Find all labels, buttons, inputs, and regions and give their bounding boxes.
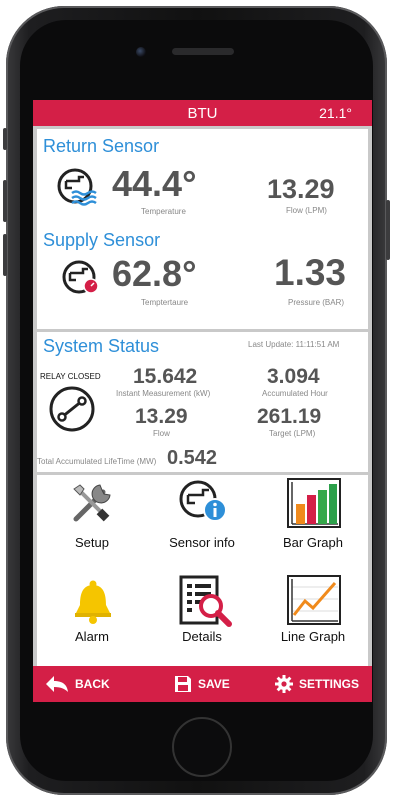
bar-graph-icon — [287, 478, 341, 533]
supply-sensor-title: Supply Sensor — [43, 230, 161, 250]
return-sensor-title: Return Sensor — [43, 136, 160, 156]
sensors-panel: Return Sensor 44.4° Temperature 13.29 Fl… — [37, 129, 368, 329]
ambient-temperature: 21.1° — [319, 105, 352, 121]
supply-sensor-icon — [61, 259, 105, 304]
header-bar: BTU 21.1° — [33, 100, 372, 126]
save-label: SAVE — [198, 677, 230, 691]
back-label: BACK — [75, 677, 110, 691]
line-graph-label: Line Graph — [280, 629, 346, 644]
front-camera — [136, 47, 146, 57]
sensor-info-icon — [178, 479, 230, 530]
supply-pressure-value: 1.33 — [274, 252, 347, 293]
bar-graph-label: Bar Graph — [283, 535, 343, 550]
details-label: Details — [182, 629, 222, 644]
menu-grid: Setup Sensor info Bar Graph Alarm Detail… — [37, 475, 368, 666]
accumulated-hour-label: Accumulated Hour — [262, 389, 328, 398]
return-flow-label: Flow (LPM) — [286, 206, 327, 215]
bar-graph-menu-item[interactable]: Bar Graph — [258, 475, 368, 565]
alarm-label: Alarm — [75, 629, 109, 644]
volume-down-button — [3, 234, 7, 276]
setup-menu-item[interactable]: Setup — [37, 475, 147, 565]
back-arrow-icon — [45, 675, 75, 693]
lifetime-label: Total Accumulated LifeTime (MW) — [37, 457, 157, 466]
instant-measurement-label: Instant Measurement (kW) — [116, 389, 211, 398]
setup-label: Setup — [75, 535, 109, 550]
app-screen: BTU 21.1° Return Sensor 44.4° Temperatur… — [33, 100, 372, 702]
relay-closed-icon — [48, 385, 96, 438]
supply-temperature-value: 62.8° — [112, 253, 197, 294]
target-label: Target (LPM) — [269, 429, 316, 438]
bottom-toolbar: BACK SAVE SETTINGS — [33, 666, 372, 702]
settings-label: SETTINGS — [299, 677, 360, 691]
target-value: 261.19 — [257, 405, 322, 428]
return-temperature-label: Temperature — [141, 207, 186, 216]
system-status-title: System Status — [43, 336, 160, 356]
earpiece-speaker — [172, 48, 234, 55]
save-button[interactable]: SAVE — [174, 666, 230, 702]
silent-switch — [3, 128, 7, 150]
tools-icon — [70, 481, 114, 530]
system-status-panel: System Status Last Update: 11:11:51 AM R… — [37, 332, 368, 472]
alarm-menu-item[interactable]: Alarm — [37, 571, 147, 666]
sensor-info-menu-item[interactable]: Sensor info — [147, 475, 257, 565]
line-graph-icon — [287, 575, 341, 630]
lifetime-value: 0.542 — [167, 447, 218, 469]
details-menu-item[interactable]: Details — [147, 571, 257, 666]
save-disk-icon — [174, 675, 198, 693]
volume-up-button — [3, 180, 7, 222]
relay-status: RELAY CLOSED — [40, 372, 101, 381]
settings-button[interactable]: SETTINGS — [275, 666, 359, 702]
line-graph-menu-item[interactable]: Line Graph — [258, 571, 368, 666]
back-button[interactable]: BACK — [45, 666, 110, 702]
last-update-text: Last Update: 11:11:51 AM — [248, 340, 340, 349]
return-flow-value: 13.29 — [267, 174, 335, 204]
status-flow-label: Flow — [153, 429, 170, 438]
return-temperature-value: 44.4° — [112, 163, 197, 204]
status-flow-value: 13.29 — [135, 405, 188, 428]
gear-icon — [275, 675, 299, 693]
return-sensor-icon — [55, 166, 101, 217]
power-button — [386, 200, 390, 260]
sensor-info-label: Sensor info — [169, 535, 235, 550]
supply-pressure-label: Pressure (BAR) — [288, 298, 345, 307]
instant-measurement-value: 15.642 — [133, 365, 198, 388]
accumulated-hour-value: 3.094 — [267, 365, 320, 388]
bell-icon — [72, 579, 114, 630]
details-search-icon — [179, 575, 235, 632]
home-button[interactable] — [172, 717, 232, 777]
supply-temperature-label: Temptertaure — [141, 298, 189, 307]
